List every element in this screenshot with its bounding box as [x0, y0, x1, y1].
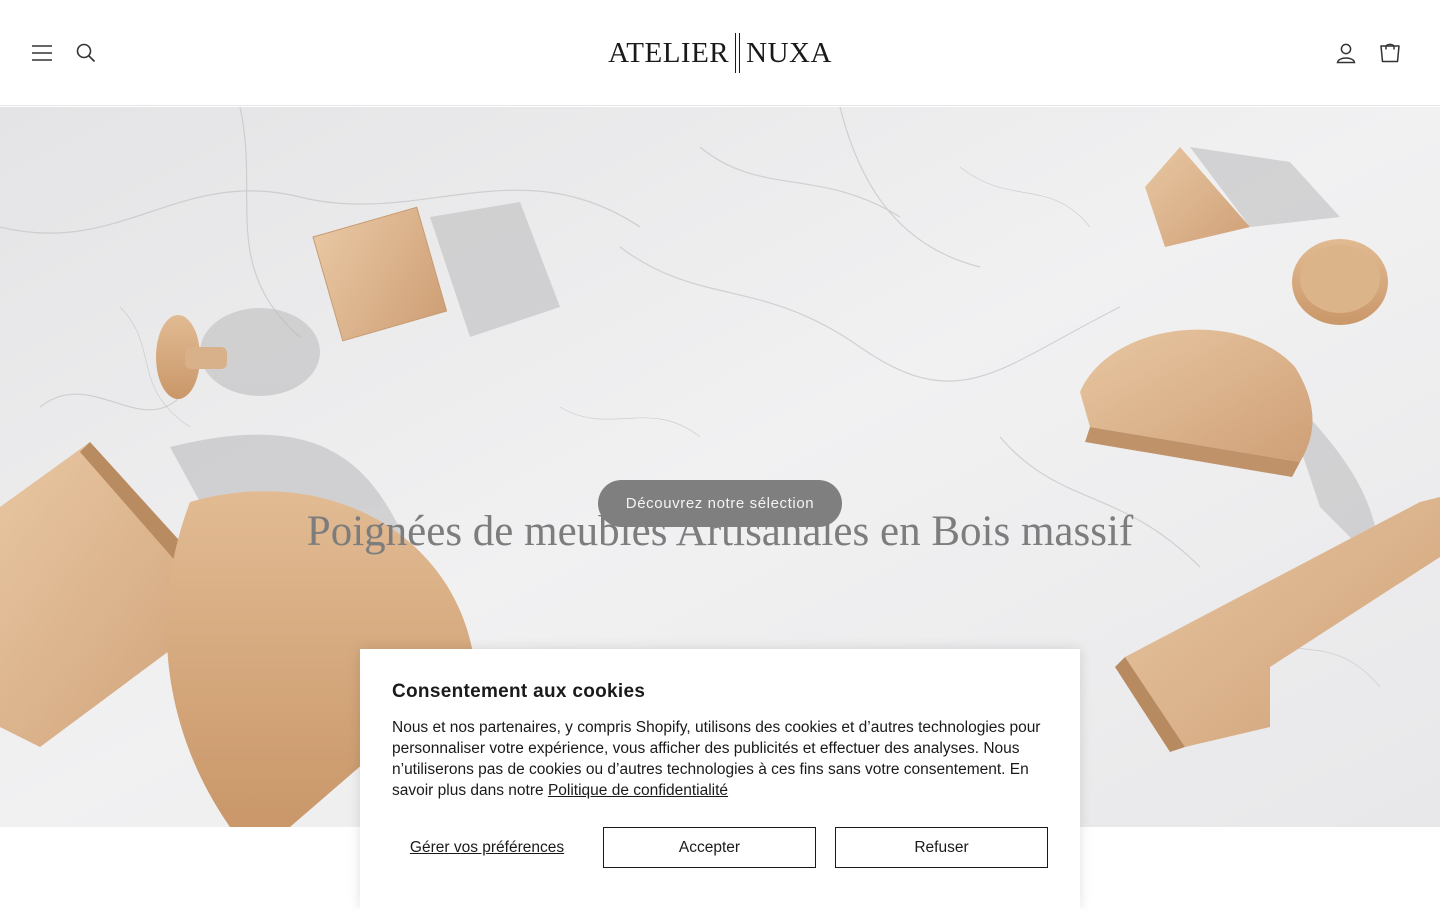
manage-preferences-button[interactable]: Gérer vos préférences	[392, 827, 582, 868]
cookie-consent-banner: Consentement aux cookies Nous et nos par…	[360, 649, 1080, 909]
discover-selection-button[interactable]: Découvrez notre sélection	[598, 480, 842, 527]
privacy-policy-link[interactable]: Politique de confidentialité	[548, 782, 728, 799]
site-logo[interactable]: ATELIER NUXA	[570, 28, 870, 78]
cookie-actions: Gérer vos préférences Accepter Refuser	[392, 827, 1048, 868]
account-icon[interactable]	[1324, 31, 1368, 75]
cart-icon[interactable]	[1368, 31, 1412, 75]
logo-divider	[735, 33, 741, 73]
cookie-title: Consentement aux cookies	[392, 681, 646, 702]
logo-text-left: ATELIER	[608, 36, 730, 69]
refuse-button[interactable]: Refuser	[835, 827, 1048, 868]
search-icon[interactable]	[64, 31, 108, 75]
logo-text-right: NUXA	[746, 36, 832, 69]
menu-icon[interactable]	[20, 31, 64, 75]
site-header: ATELIER NUXA	[0, 0, 1440, 106]
accept-button[interactable]: Accepter	[603, 827, 816, 868]
cookie-description: Nous et nos partenaires, y compris Shopi…	[392, 717, 1052, 801]
